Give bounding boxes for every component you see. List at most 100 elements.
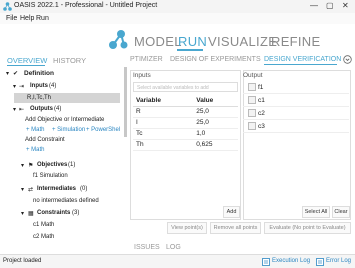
chevron-down-icon[interactable] bbox=[343, 55, 352, 64]
table-row[interactable]: Th 0,625 bbox=[133, 139, 238, 151]
execution-log-icon[interactable] bbox=[262, 258, 270, 266]
tree-intermediates-count: (0) bbox=[80, 186, 88, 192]
output-checkbox[interactable] bbox=[248, 96, 256, 104]
add-powershell-link[interactable]: + PowerShel bbox=[86, 127, 120, 133]
tab-overview-underline bbox=[7, 65, 45, 66]
nav-refine[interactable]: REFINE bbox=[271, 34, 320, 49]
tab-design-verification[interactable]: DESIGN VERIFICATION bbox=[264, 56, 341, 63]
tree-objectives-count: (1) bbox=[68, 162, 76, 168]
maximize-button[interactable]: ▢ bbox=[326, 1, 334, 10]
variable-select-input[interactable]: Select available variables to add bbox=[133, 82, 238, 92]
clear-button[interactable]: Clear bbox=[332, 206, 350, 218]
table-row[interactable]: I 25,0 bbox=[133, 117, 238, 129]
menu-help[interactable]: Help bbox=[20, 15, 34, 22]
tab-log[interactable]: LOG bbox=[166, 244, 181, 251]
tab-history[interactable]: HISTORY bbox=[53, 56, 86, 65]
column-header: Value bbox=[193, 96, 238, 107]
tree-objective-item[interactable]: f1 Simulation bbox=[33, 173, 68, 179]
variable-cell: R bbox=[133, 106, 194, 118]
error-log-link[interactable]: Error Log bbox=[326, 258, 351, 264]
output-item[interactable]: c1 bbox=[243, 94, 349, 107]
evaluate-button[interactable]: Evaluate (No point to Evaluate) bbox=[264, 222, 351, 234]
table-row[interactable]: R 25,0 bbox=[133, 106, 238, 118]
column-header: Variable bbox=[133, 96, 194, 107]
output-label: c2 bbox=[258, 110, 265, 117]
tree-constraints-count: (3) bbox=[72, 210, 80, 216]
add-constraint-math-link[interactable]: + Math bbox=[26, 147, 45, 153]
tree-constraints[interactable]: Constraints bbox=[37, 210, 70, 216]
output-checkbox[interactable] bbox=[248, 83, 256, 91]
nav-active-underline bbox=[177, 49, 203, 51]
inputs-icon: ⇥ bbox=[19, 84, 25, 90]
variable-cell: Th bbox=[133, 139, 194, 151]
execution-log-link[interactable]: Execution Log bbox=[272, 258, 310, 264]
flag-icon: ⚑ bbox=[28, 163, 34, 169]
tab-overview[interactable]: OVERVIEW bbox=[7, 56, 47, 65]
tree-constraint-item[interactable]: c2 Math bbox=[33, 234, 54, 240]
variables-table: Variable Value R 25,0 I 25,0 Tc 1,0 Th 0… bbox=[133, 96, 238, 151]
intermediates-chevron-icon[interactable]: ▾ bbox=[21, 186, 24, 193]
definition-chevron-icon[interactable]: ▾ bbox=[6, 70, 9, 77]
tree-inputs-value[interactable]: R,I,Tc,Th bbox=[27, 95, 51, 101]
output-checkbox[interactable] bbox=[248, 109, 256, 117]
add-math-link[interactable]: + Math bbox=[26, 127, 45, 133]
tree-intermediates-empty: no intermediates defined bbox=[33, 198, 99, 204]
nav-model[interactable]: MODEL bbox=[134, 34, 182, 49]
menu-bar: File Help Run bbox=[0, 13, 355, 24]
objectives-chevron-icon[interactable]: ▾ bbox=[21, 162, 24, 169]
variable-cell: Tc bbox=[133, 128, 194, 140]
nav-visualize[interactable]: VISUALIZE bbox=[208, 34, 277, 49]
tree-definition[interactable]: Definition bbox=[24, 70, 54, 77]
tree-constraint-item[interactable]: c1 Math bbox=[33, 222, 54, 228]
outputs-chevron-icon[interactable]: ▾ bbox=[13, 106, 16, 113]
status-bar: Project loaded Execution Log Error Log bbox=[0, 254, 355, 268]
tree-outputs-count: (4) bbox=[54, 106, 62, 112]
intermediates-icon: ⇄ bbox=[28, 187, 34, 193]
tree-inputs[interactable]: Inputs bbox=[30, 83, 48, 89]
value-cell[interactable]: 25,0 bbox=[193, 106, 238, 118]
output-label: f1 bbox=[258, 84, 264, 91]
tab-issues[interactable]: ISSUES bbox=[134, 244, 160, 251]
menu-run[interactable]: Run bbox=[36, 15, 49, 22]
output-label: c3 bbox=[258, 123, 265, 130]
table-header-row: Variable Value bbox=[133, 96, 238, 107]
tab-design-of-experiments[interactable]: DESIGN OF EXPERIMENTS bbox=[170, 56, 261, 63]
outputs-header: Output bbox=[243, 72, 263, 79]
minimize-button[interactable]: — bbox=[310, 1, 318, 10]
add-objective-label: Add Objective or Intermediate bbox=[25, 117, 105, 123]
tree-objectives[interactable]: Objectives bbox=[37, 162, 67, 168]
tree-outputs[interactable]: Outputs bbox=[30, 106, 53, 112]
add-constraint-label: Add Constraint bbox=[25, 137, 65, 143]
select-all-button[interactable]: Select All bbox=[302, 206, 330, 218]
nav-run[interactable]: RUN bbox=[178, 34, 207, 49]
oasis-logo-icon bbox=[109, 30, 128, 49]
tab-optimizer[interactable]: PTIMIZER bbox=[130, 56, 163, 63]
error-log-icon[interactable] bbox=[316, 258, 324, 266]
constraints-chevron-icon[interactable]: ▾ bbox=[21, 210, 24, 217]
value-cell[interactable]: 1,0 bbox=[193, 128, 238, 140]
title-bar: OASIS 2022.1 - Professional - Untitled P… bbox=[0, 0, 355, 13]
output-item[interactable]: f1 bbox=[243, 81, 349, 94]
variable-cell: I bbox=[133, 117, 194, 129]
value-cell[interactable]: 0,625 bbox=[193, 139, 238, 151]
status-text: Project loaded bbox=[3, 258, 42, 264]
inputs-header: Inputs bbox=[133, 72, 151, 79]
constraints-icon: ▦ bbox=[28, 211, 34, 217]
add-button[interactable]: Add bbox=[223, 206, 240, 218]
view-points-button[interactable]: View point(s) bbox=[167, 222, 207, 234]
table-row[interactable]: Tc 1,0 bbox=[133, 128, 238, 140]
inputs-chevron-icon[interactable]: ▾ bbox=[13, 83, 16, 90]
output-label: c1 bbox=[258, 97, 265, 104]
remove-all-points-button[interactable]: Remove all points bbox=[210, 222, 261, 234]
output-item[interactable]: c3 bbox=[243, 120, 349, 133]
menu-file[interactable]: File bbox=[6, 15, 17, 22]
outputs-icon: ⇤ bbox=[19, 107, 25, 113]
app-logo-icon bbox=[3, 2, 12, 11]
tree-scrollbar[interactable] bbox=[124, 67, 127, 137]
tree-intermediates[interactable]: Intermediates bbox=[37, 186, 76, 192]
add-simulation-link[interactable]: + Simulation bbox=[52, 127, 85, 133]
value-cell[interactable]: 25,0 bbox=[193, 117, 238, 129]
output-item[interactable]: c2 bbox=[243, 107, 349, 120]
close-button[interactable]: ✕ bbox=[342, 1, 349, 10]
output-checkbox[interactable] bbox=[248, 122, 256, 130]
